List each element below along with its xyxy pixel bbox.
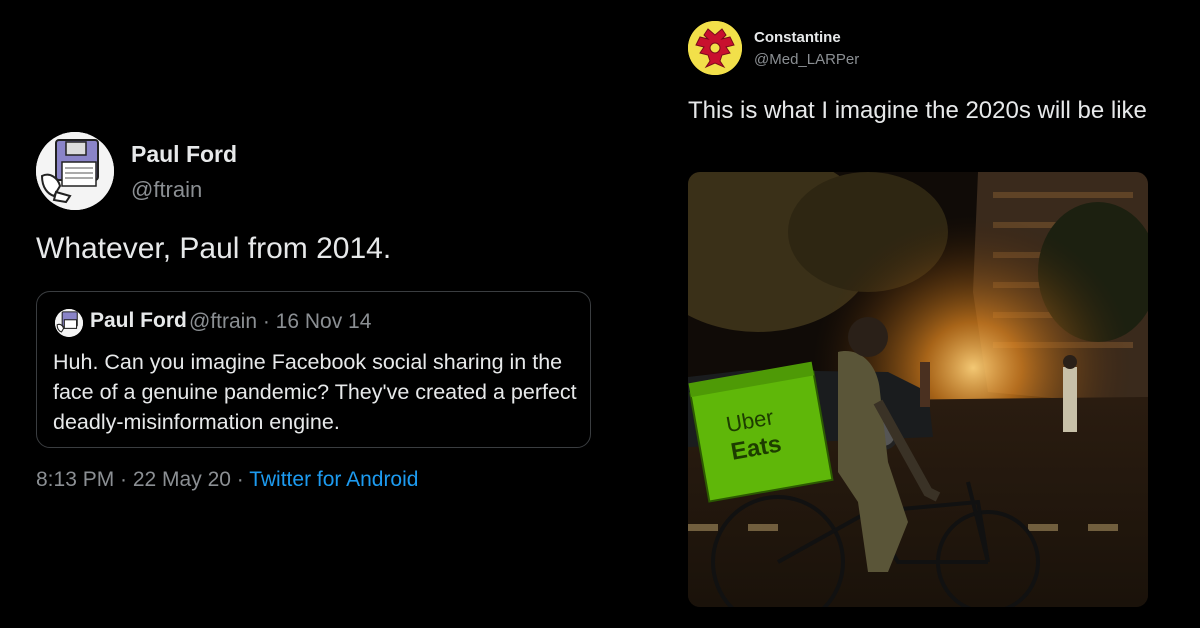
floppy-disk-avatar-icon[interactable]: [36, 132, 114, 210]
quoted-tweet[interactable]: Paul Ford @ftrain · 16 Nov 14 Huh. Can y…: [36, 291, 591, 448]
right-tweet-text: This is what I imagine the 2020s will be…: [688, 97, 1147, 124]
right-author-name[interactable]: Constantine: [754, 29, 841, 46]
author-handle[interactable]: @ftrain: [131, 177, 202, 203]
source-link[interactable]: Twitter for Android: [249, 468, 418, 491]
timestamp[interactable]: 8:13 PM · 22 May 20 ·: [36, 468, 249, 491]
tweet-text: Whatever, Paul from 2014.: [36, 232, 392, 265]
author-name[interactable]: Paul Ford: [131, 141, 237, 168]
quoted-author-name: Paul Ford: [90, 309, 187, 332]
quoted-avatar-icon: [55, 309, 83, 337]
double-headed-eagle-avatar-icon[interactable]: [688, 21, 742, 75]
quoted-meta: @ftrain · 16 Nov 14: [189, 310, 372, 333]
tweet-footer: 8:13 PM · 22 May 20 · Twitter for Androi…: [36, 468, 418, 492]
quoted-text: Huh. Can you imagine Facebook social sha…: [53, 350, 577, 434]
tweet-photo[interactable]: Uber Eats: [688, 172, 1148, 607]
right-author-handle[interactable]: @Med_LARPer: [754, 51, 859, 68]
